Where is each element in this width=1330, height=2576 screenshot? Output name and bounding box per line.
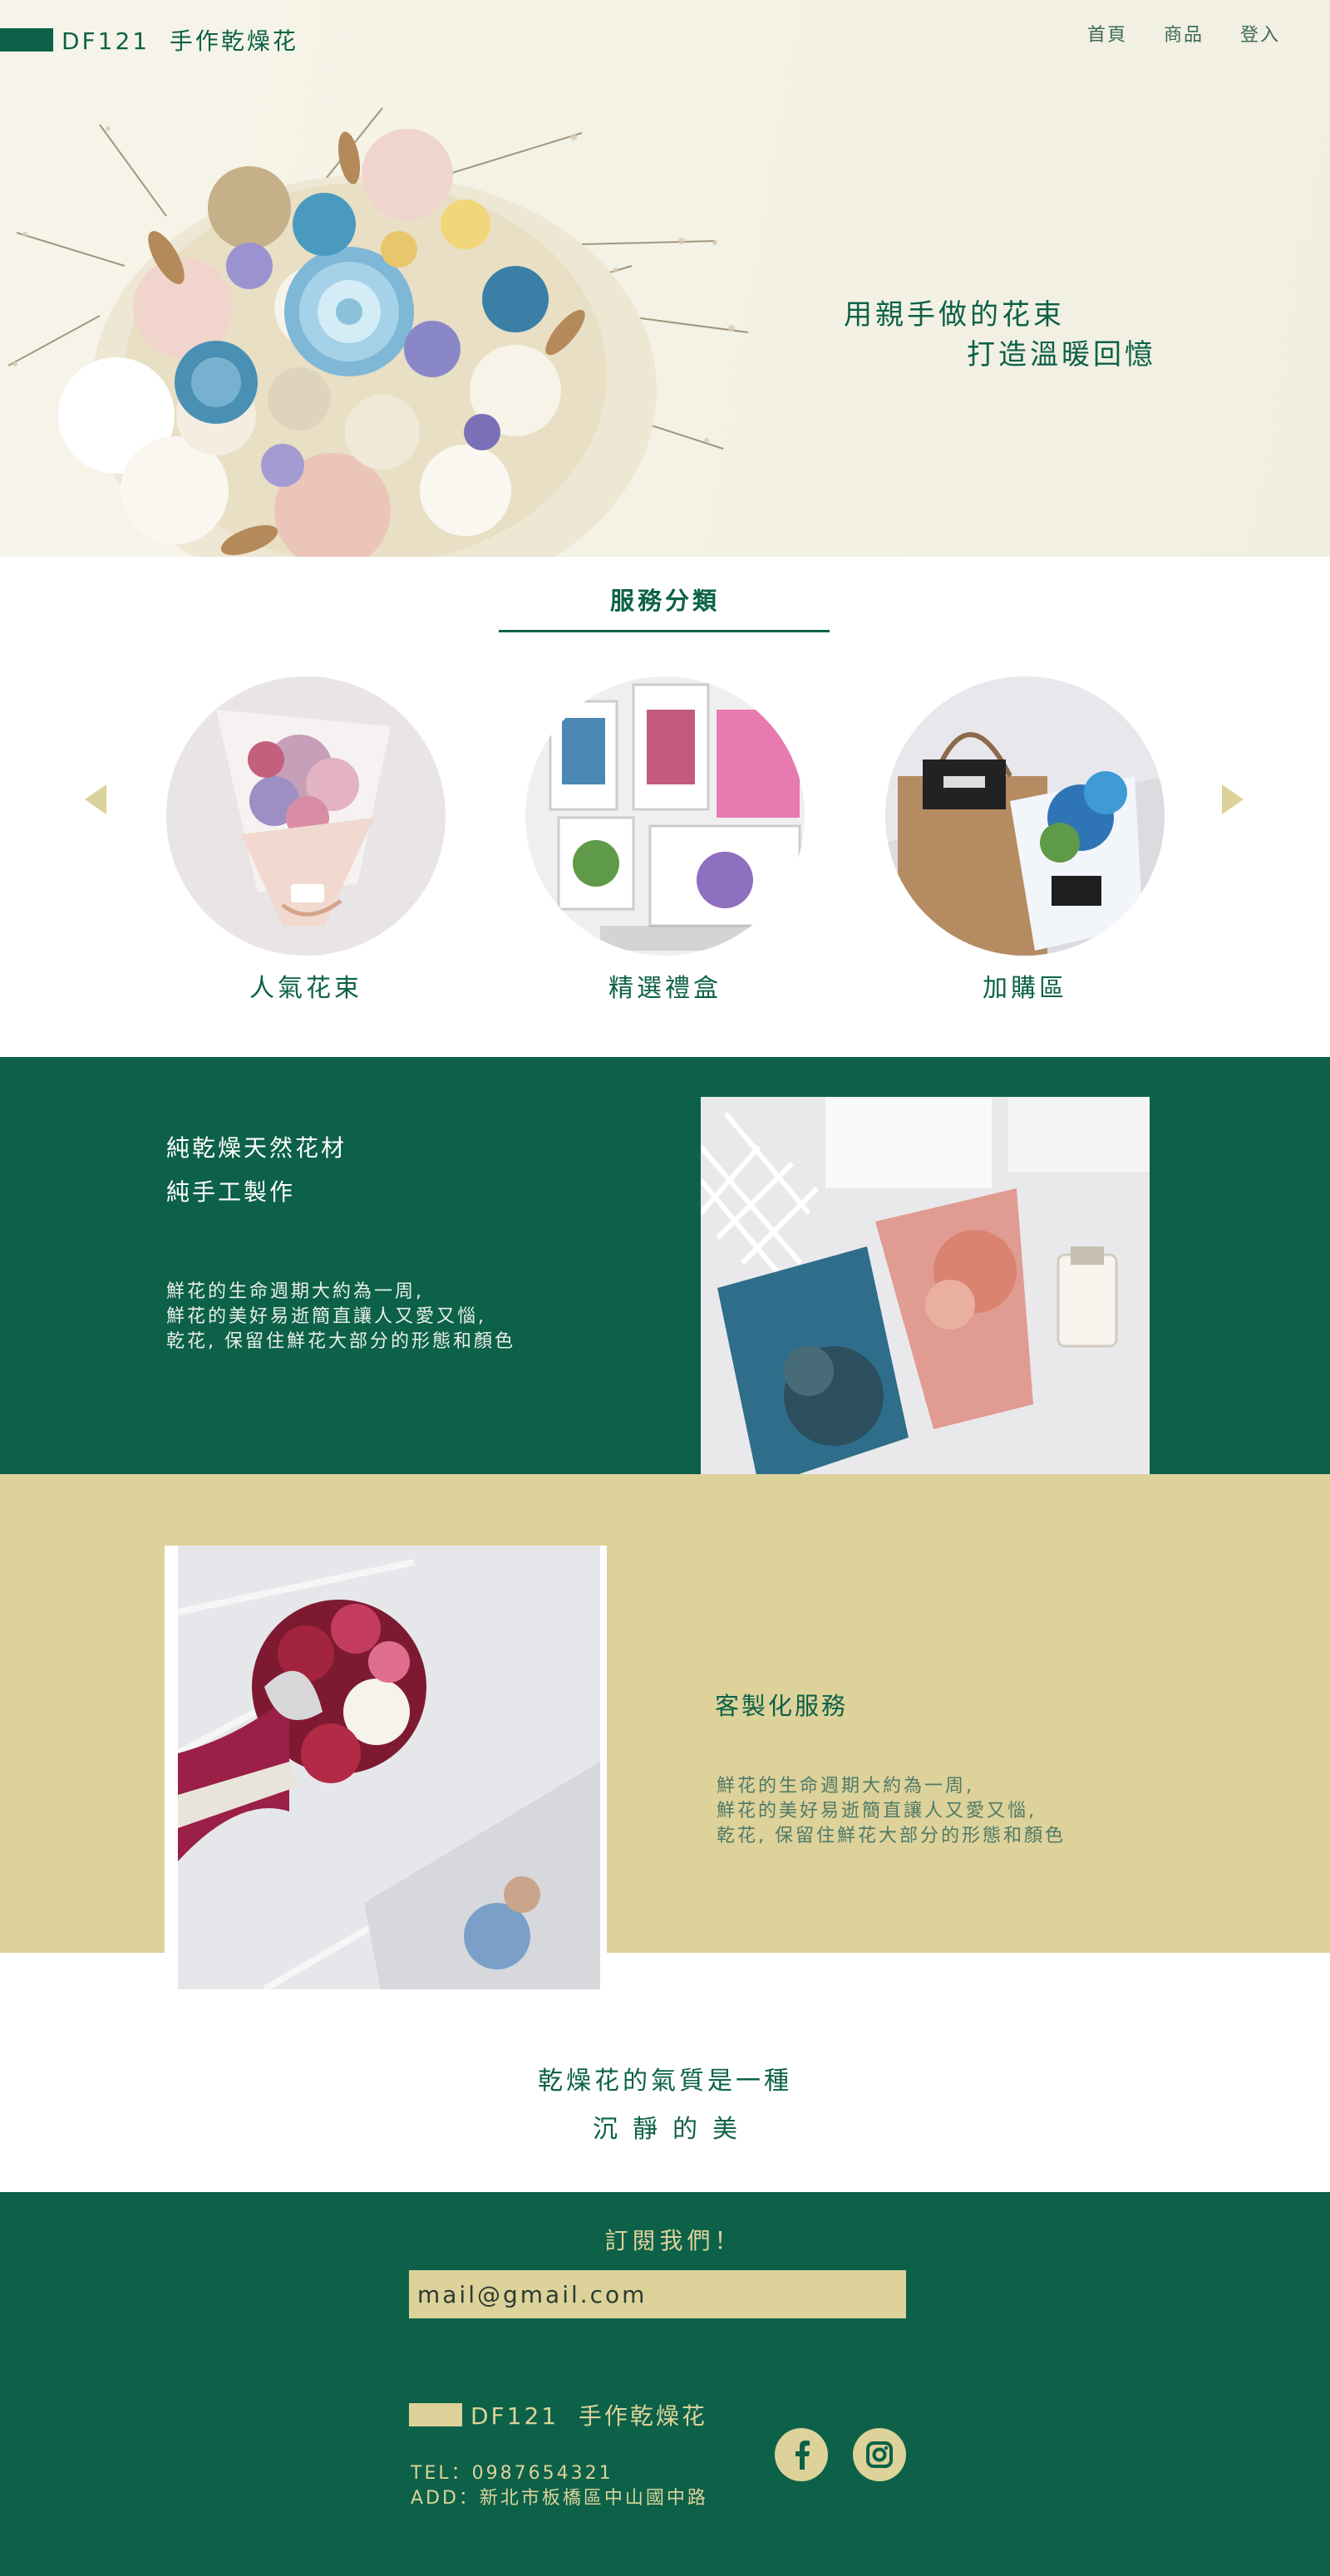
- category-label: 加購區: [983, 974, 1067, 1003]
- nav-products-link[interactable]: 商品: [1164, 20, 1204, 47]
- feature-custom-description: 鮮花的生命週期大約為一周, 鮮花的美好易逝簡直讓人又愛又惱, 乾花, 保留住鮮花…: [717, 1774, 1066, 1849]
- category-card-gift-box[interactable]: 精選禮盒: [525, 676, 805, 1004]
- quote-line1: 乾燥花的氣質是一種: [538, 2067, 792, 2096]
- category-image-bouquet: [166, 676, 446, 956]
- quote-line2: 沉靜的美: [593, 2115, 752, 2144]
- hero-banner: DF121 手作乾燥花 首頁 商品 登入 用親手做的花束 打造溫暖回憶: [0, 0, 1330, 557]
- arrow-left-icon[interactable]: [85, 784, 106, 814]
- feature-handmade-description: 鮮花的生命週期大約為一周, 鮮花的美好易逝簡直讓人又愛又惱, 乾花, 保留住鮮花…: [166, 1280, 515, 1354]
- category-card-popular-bouquet[interactable]: 人氣花束: [166, 676, 446, 1004]
- footer-brand-logo[interactable]: DF121 手作乾燥花: [409, 2398, 707, 2431]
- tagline-quote: 乾燥花的氣質是一種 沉靜的美: [416, 2057, 914, 2154]
- footer-address: ADD：新北市板橋區中山國中路: [411, 2488, 708, 2509]
- hero-bouquet-image: [7, 107, 749, 557]
- logo-text: DF121 手作乾燥花: [62, 27, 298, 55]
- services-title: 服務分類: [609, 587, 720, 615]
- feature-desc-line3: 乾花, 保留住鮮花大部分的形態和顏色: [717, 1826, 1066, 1846]
- facebook-icon[interactable]: [775, 2428, 828, 2481]
- category-card-add-on[interactable]: 加購區: [885, 676, 1165, 1004]
- hero-slogan: 用親手做的花束 打造溫暖回憶: [844, 295, 1156, 375]
- main-nav: 首頁 商品 登入: [1087, 20, 1280, 47]
- nav-home-link[interactable]: 首頁: [1087, 20, 1127, 47]
- category-label: 精選禮盒: [608, 974, 722, 1003]
- category-image-giftbox: [525, 676, 805, 956]
- footer-tel: TEL：0987654321: [411, 2463, 613, 2484]
- arrow-right-icon[interactable]: [1222, 784, 1244, 814]
- logo-mark: [0, 28, 53, 52]
- footer-logo-mark: [409, 2403, 462, 2426]
- footer-contact: TEL：0987654321 ADD：新北市板橋區中山國中路: [411, 2461, 708, 2511]
- subscribe-email-input[interactable]: [409, 2270, 906, 2318]
- feature-desc-line2: 鮮花的美好易逝簡直讓人又愛又惱,: [717, 1801, 1037, 1821]
- category-image-addon: [885, 676, 1165, 956]
- subscribe-title: 訂閱我們！: [604, 2227, 742, 2254]
- feature-heading-line1: 純乾燥天然花材: [166, 1134, 347, 1162]
- feature-desc-line2: 鮮花的美好易逝簡直讓人又愛又惱,: [166, 1306, 486, 1327]
- feature-desc-line1: 鮮花的生命週期大約為一周,: [166, 1281, 424, 1302]
- hero-slogan-line1: 用親手做的花束: [844, 298, 1065, 332]
- brand-logo[interactable]: DF121 手作乾燥花: [0, 23, 298, 57]
- feature-handmade-heading: 純乾燥天然花材 純手工製作: [166, 1126, 347, 1214]
- category-label: 人氣花束: [249, 974, 362, 1003]
- hero-slogan-line2: 打造溫暖回憶: [967, 338, 1156, 371]
- footer-logo-text: DF121 手作乾燥花: [470, 2402, 707, 2430]
- services-title-underline: [499, 630, 830, 632]
- nav-login-link[interactable]: 登入: [1240, 20, 1280, 47]
- instagram-icon[interactable]: [853, 2428, 906, 2481]
- feature-heading-line2: 純手工製作: [166, 1178, 296, 1206]
- feature-custom-photo: [165, 1546, 607, 1989]
- feature-custom-heading: 客製化服務: [715, 1692, 849, 1720]
- feature-desc-line3: 乾花, 保留住鮮花大部分的形態和顏色: [166, 1331, 515, 1352]
- feature-desc-line1: 鮮花的生命週期大約為一周,: [717, 1776, 974, 1797]
